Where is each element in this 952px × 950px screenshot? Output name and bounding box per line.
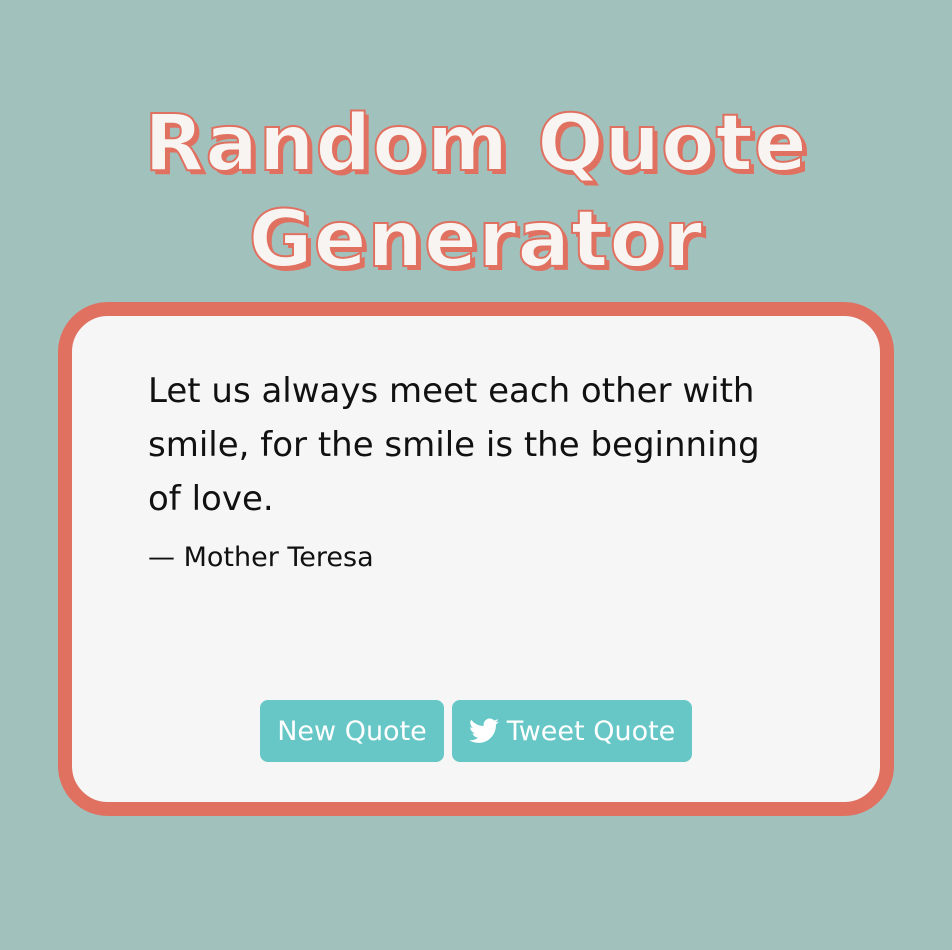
new-quote-label: New Quote xyxy=(277,715,427,747)
tweet-quote-button[interactable]: Tweet Quote xyxy=(452,700,692,762)
new-quote-button[interactable]: New Quote xyxy=(260,700,444,762)
quote-actions: New Quote Tweet Quote xyxy=(260,700,692,762)
page-title-line-2: Generator xyxy=(248,194,704,286)
tweet-quote-label: Tweet Quote xyxy=(506,715,676,747)
quote-author: — Mother Teresa xyxy=(148,542,374,573)
quote-card: Let us always meet each other with smile… xyxy=(58,302,894,816)
twitter-icon xyxy=(468,718,499,744)
page-title: Random Quote Generator xyxy=(0,96,952,288)
page-title-line-1: Random Quote xyxy=(143,98,808,190)
page: Random Quote Generator Let us always mee… xyxy=(0,0,952,950)
quote-text: Let us always meet each other with smile… xyxy=(148,371,760,519)
